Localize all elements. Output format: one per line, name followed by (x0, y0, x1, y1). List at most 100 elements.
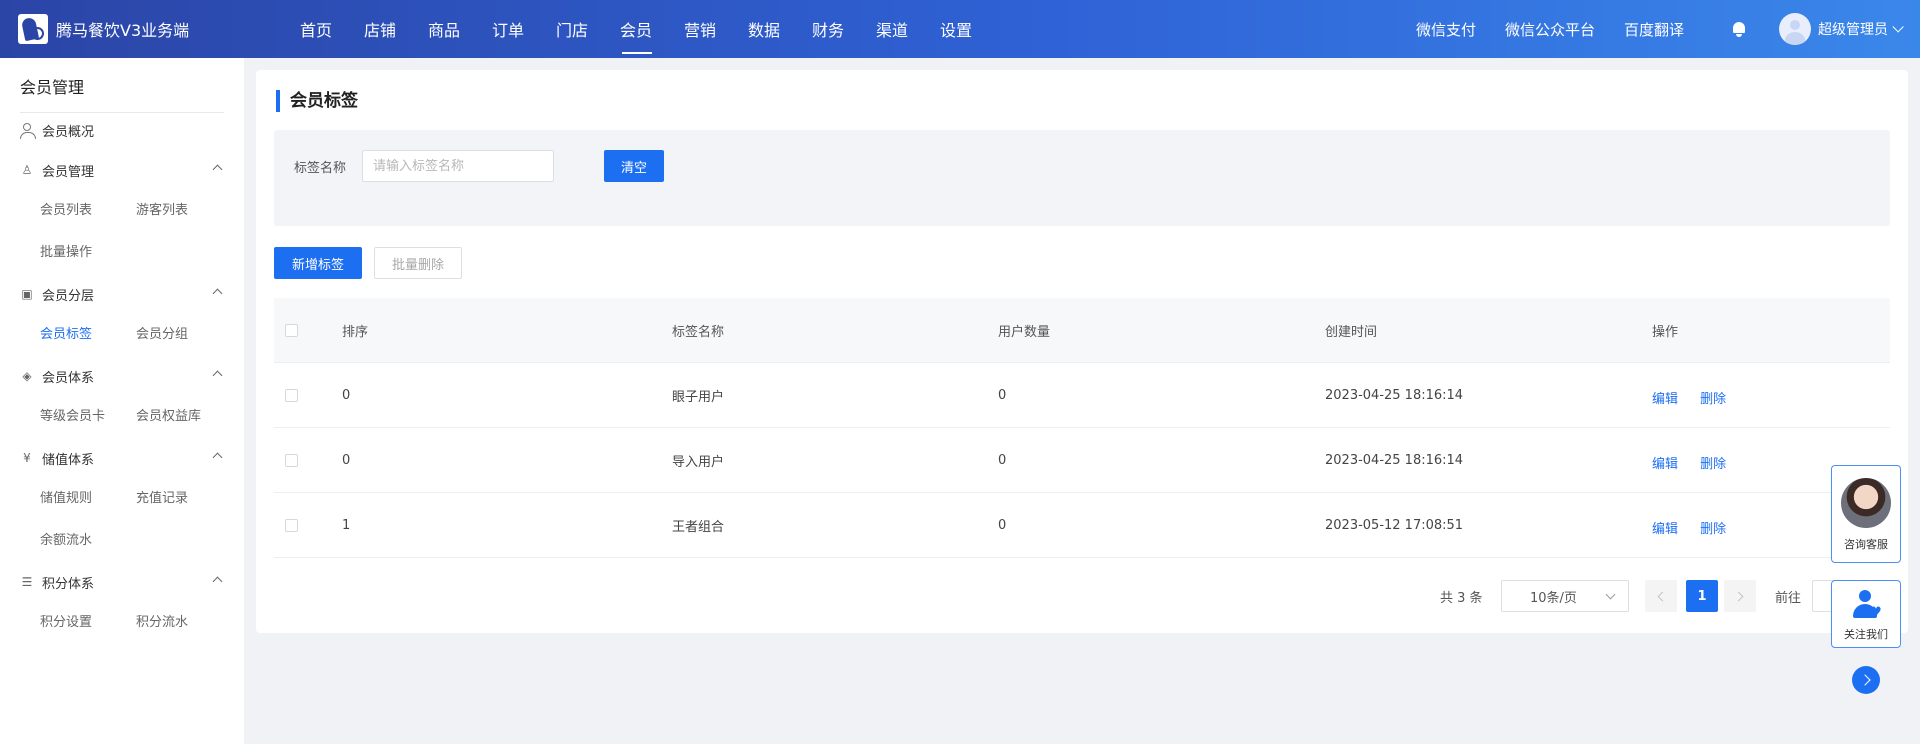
cell-created-time: 2023-04-25 18:16:14 (1325, 452, 1464, 468)
sidebar-item-points-flow[interactable]: 积分流水 (136, 611, 232, 630)
clear-button[interactable]: 清空 (604, 150, 664, 182)
prev-page-button[interactable] (1645, 580, 1677, 612)
nav-shops[interactable]: 门店 (540, 0, 604, 58)
delete-link[interactable]: 删除 (1700, 392, 1726, 407)
sidebar-group-points[interactable]: ☰ 积分体系 (0, 572, 244, 592)
card-icon: ▣ (21, 287, 33, 301)
sidebar-item-batch-ops[interactable]: 批量操作 (40, 241, 136, 260)
link-baidu-translate[interactable]: 百度翻译 (1624, 19, 1684, 40)
cell-sort: 1 (342, 517, 351, 533)
nav-marketing[interactable]: 营销 (668, 0, 732, 58)
sidebar-item-recharge-records[interactable]: 充值记录 (136, 487, 232, 506)
user-menu[interactable]: 超级管理员 (1779, 13, 1904, 45)
row-checkbox[interactable] (285, 388, 298, 402)
cell-user-count: 0 (998, 452, 1007, 468)
chevron-up-icon (212, 576, 223, 587)
table-row: 1 王者组合 0 2023-05-12 17:08:51 编辑 删除 (274, 493, 1890, 558)
cell-tag-name: 王者组合 (672, 519, 725, 535)
table-header: 排序 标签名称 用户数量 创建时间 操作 (274, 298, 1890, 363)
sidebar-item-member-groups[interactable]: 会员分组 (136, 323, 232, 342)
cell-created-time: 2023-04-25 18:16:14 (1325, 387, 1464, 403)
sidebar-subrow: 会员列表 游客列表 (0, 198, 232, 218)
row-checkbox[interactable] (285, 453, 298, 467)
sidebar-item-label: 会员概况 (42, 124, 95, 140)
sidebar-item-member-list[interactable]: 会员列表 (40, 199, 136, 218)
sidebar-group-member-mgmt[interactable]: ♙ 会员管理 (0, 160, 244, 180)
tag-name-input[interactable] (362, 150, 554, 182)
tags-table: 排序 标签名称 用户数量 创建时间 操作 0 眼子用户 0 2023-04-25… (274, 298, 1890, 558)
nav-data[interactable]: 数据 (732, 0, 796, 58)
chevron-up-icon (212, 452, 223, 463)
col-operations: 操作 (1652, 324, 1679, 340)
chevron-up-icon (212, 370, 223, 381)
add-tag-button[interactable]: 新增标签 (274, 247, 362, 279)
select-all-checkbox[interactable] (285, 323, 298, 337)
logo-icon (18, 14, 48, 44)
sidebar-item-balance-flow[interactable]: 余额流水 (40, 529, 136, 548)
sidebar-group-member-layers[interactable]: ▣ 会员分层 (0, 284, 244, 304)
users-icon: ♙ (21, 163, 33, 177)
sidebar-item-points-settings[interactable]: 积分设置 (40, 611, 136, 630)
sidebar-subrow: 批量操作 (0, 240, 136, 260)
nav-channels[interactable]: 渠道 (860, 0, 924, 58)
goto-label: 前往 (1775, 591, 1802, 606)
edit-link[interactable]: 编辑 (1652, 522, 1678, 537)
chevron-right-icon[interactable] (1852, 666, 1880, 694)
cell-user-count: 0 (998, 387, 1007, 403)
nav-members[interactable]: 会员 (604, 0, 668, 58)
delete-link[interactable]: 删除 (1700, 522, 1726, 537)
page-size-value: 10条/页 (1530, 590, 1577, 606)
sidebar: 会员管理 会员概况 ♙ 会员管理 会员列表 游客列表 批量操作 ▣ 会员分层 会… (0, 58, 244, 744)
tag-name-label: 标签名称 (294, 161, 347, 176)
cell-sort: 0 (342, 452, 351, 468)
nav-finance[interactable]: 财务 (796, 0, 860, 58)
cell-created-time: 2023-05-12 17:08:51 (1325, 517, 1464, 533)
sidebar-item-overview[interactable]: 会员概况 (0, 120, 244, 140)
cell-tag-name: 眼子用户 (672, 389, 725, 405)
sidebar-subrow: 会员标签 会员分组 (0, 322, 232, 342)
pagination: 共 3 条 10条/页 1 前往 (256, 580, 1908, 612)
bell-icon[interactable] (1730, 20, 1748, 38)
page-number-1[interactable]: 1 (1686, 580, 1718, 612)
cell-operations: 编辑 删除 (1652, 386, 1890, 407)
sidebar-item-stored-rules[interactable]: 储值规则 (40, 487, 136, 506)
nav-home[interactable]: 首页 (284, 0, 348, 58)
link-wechat-official[interactable]: 微信公众平台 (1505, 19, 1595, 40)
nav-orders[interactable]: 订单 (476, 0, 540, 58)
total-count: 共 3 条 (1440, 591, 1483, 606)
cell-user-count: 0 (998, 517, 1007, 533)
nav-store[interactable]: 店铺 (348, 0, 412, 58)
next-page-button[interactable] (1724, 580, 1756, 612)
batch-delete-button[interactable]: 批量删除 (374, 247, 462, 279)
sidebar-group-member-system[interactable]: ◈ 会员体系 (0, 366, 244, 386)
edit-link[interactable]: 编辑 (1652, 457, 1678, 472)
cell-tag-name: 导入用户 (672, 454, 725, 470)
sidebar-item-guest-list[interactable]: 游客列表 (136, 199, 232, 218)
delete-link[interactable]: 删除 (1700, 457, 1726, 472)
sidebar-item-member-tags[interactable]: 会员标签 (40, 323, 136, 342)
row-checkbox[interactable] (285, 518, 298, 532)
user-icon (20, 123, 36, 139)
avatar (1779, 13, 1811, 45)
agent-avatar (1841, 478, 1891, 528)
table-row: 0 眼子用户 0 2023-04-25 18:16:14 编辑 删除 (274, 363, 1890, 428)
sidebar-group-stored-value[interactable]: ¥ 储值体系 (0, 448, 244, 468)
follow-us-label: 关注我们 (1844, 628, 1888, 641)
nav-goods[interactable]: 商品 (412, 0, 476, 58)
follow-us-widget[interactable]: ♥ 关注我们 (1831, 580, 1901, 648)
page-size-select[interactable]: 10条/页 (1501, 580, 1629, 612)
edit-link[interactable]: 编辑 (1652, 392, 1678, 407)
main-card: 会员标签 标签名称 清空 新增标签 批量删除 排序 标签名称 用户数量 创建时间… (256, 70, 1908, 633)
sidebar-item-benefits[interactable]: 会员权益库 (136, 405, 232, 424)
follow-user-icon: ♥ (1851, 590, 1882, 620)
logo[interactable]: 腾马餐饮V3业务端 (0, 14, 262, 44)
chevron-up-icon (212, 288, 223, 299)
sidebar-item-level-card[interactable]: 等级会员卡 (40, 405, 136, 424)
sidebar-group-label: 储值体系 (42, 452, 95, 468)
tag-icon: ◈ (22, 369, 32, 383)
sidebar-subrow: 储值规则 充值记录 (0, 486, 232, 506)
table-row: 0 导入用户 0 2023-04-25 18:16:14 编辑 删除 (274, 428, 1890, 493)
link-wechat-pay[interactable]: 微信支付 (1416, 19, 1476, 40)
customer-service-widget[interactable]: 咨询客服 (1831, 465, 1901, 563)
nav-settings[interactable]: 设置 (924, 0, 988, 58)
